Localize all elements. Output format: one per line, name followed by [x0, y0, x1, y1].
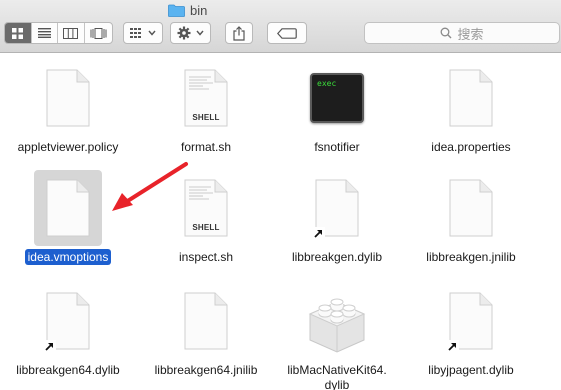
file-item[interactable]: idea.properties — [411, 60, 531, 170]
file-badge: SHELL — [192, 113, 220, 122]
window-title-text: bin — [190, 2, 208, 18]
annotation-arrow — [112, 162, 188, 211]
file-name-text: format.sh — [180, 140, 231, 154]
action-button[interactable] — [170, 22, 211, 44]
edit-tags-button[interactable] — [267, 22, 307, 44]
file-item[interactable]: libbreakgen.jnilib — [411, 170, 531, 280]
file-name-label: libbreakgen.jnilib — [411, 250, 531, 265]
alias-arrow-icon — [447, 340, 459, 352]
library-block-icon — [303, 283, 371, 359]
file-name-text: idea.vmoptions — [24, 249, 112, 265]
file-name-label: appletviewer.policy — [8, 140, 128, 155]
file-item[interactable]: libbreakgen64.jnilib — [146, 283, 266, 390]
file-name-text: idea.properties — [431, 140, 511, 154]
file-name-label: libbreakgen64.jnilib — [146, 363, 266, 378]
file-name-label: format.sh — [146, 140, 266, 155]
document-icon — [172, 283, 240, 359]
file-badge: exec — [317, 79, 337, 88]
file-item[interactable]: libyjpagent.dylib — [411, 283, 531, 390]
icon-view-button[interactable] — [5, 23, 32, 43]
file-name-text: libbreakgen64.dylib — [16, 363, 120, 377]
icon-view-icon — [12, 27, 24, 39]
file-name-text: appletviewer.policy — [17, 140, 119, 154]
arrange-icon — [130, 28, 141, 38]
tag-icon — [277, 27, 297, 39]
gear-icon — [177, 26, 191, 40]
view-mode-control — [4, 22, 113, 44]
file-name-text: inspect.sh — [178, 250, 234, 264]
document-icon — [437, 60, 505, 136]
chevron-down-icon — [148, 30, 156, 36]
file-name-text: libMacNativeKit64. dylib — [287, 363, 387, 390]
share-icon — [233, 25, 245, 41]
cover-flow-button[interactable] — [85, 23, 112, 43]
folder-icon — [168, 4, 185, 17]
window-title: bin — [168, 0, 207, 20]
alias-document-icon — [437, 283, 505, 359]
share-button[interactable] — [225, 22, 253, 44]
arrange-button[interactable] — [123, 22, 163, 44]
file-name-label: libMacNativeKit64. dylib — [277, 363, 397, 390]
file-name-text: libbreakgen.dylib — [291, 250, 383, 264]
finder-toolbar: bin 搜索 — [0, 0, 561, 53]
file-name-label: libyjpagent.dylib — [411, 363, 531, 378]
alias-document-icon — [303, 170, 371, 246]
list-view-button[interactable] — [32, 23, 59, 43]
search-field[interactable]: 搜索 — [364, 22, 560, 44]
search-icon — [441, 27, 452, 39]
shell-script-icon: SHELL — [172, 60, 240, 136]
file-name-label: libbreakgen64.dylib — [8, 363, 128, 378]
alias-arrow-icon — [313, 227, 325, 239]
terminal-exec-icon: exec — [303, 60, 371, 136]
file-item[interactable]: exec fsnotifier — [277, 60, 397, 170]
file-name-text: libbreakgen64.jnilib — [154, 363, 258, 377]
column-view-button[interactable] — [58, 23, 85, 43]
file-name-label: idea.properties — [411, 140, 531, 155]
file-badge: SHELL — [192, 223, 220, 232]
column-view-icon — [63, 27, 79, 39]
file-name-text: libbreakgen.jnilib — [426, 250, 516, 264]
file-name-text: libyjpagent.dylib — [428, 363, 514, 377]
file-item[interactable]: SHELL format.sh — [146, 60, 266, 170]
file-name-label: fsnotifier — [277, 140, 397, 155]
cover-flow-icon — [90, 27, 107, 39]
file-item[interactable]: libbreakgen64.dylib — [8, 283, 128, 390]
alias-arrow-icon — [44, 340, 56, 352]
file-name-label: idea.vmoptions — [8, 249, 128, 265]
file-name-label: inspect.sh — [146, 250, 266, 265]
document-icon — [437, 170, 505, 246]
file-item[interactable]: libMacNativeKit64. dylib — [277, 283, 397, 390]
file-item[interactable]: appletviewer.policy — [8, 60, 128, 170]
file-name-label: libbreakgen.dylib — [277, 250, 397, 265]
list-view-icon — [37, 28, 51, 38]
chevron-down-icon — [196, 30, 204, 36]
document-icon — [34, 170, 102, 246]
alias-document-icon — [34, 283, 102, 359]
file-item[interactable]: libbreakgen.dylib — [277, 170, 397, 280]
search-placeholder: 搜索 — [457, 26, 484, 42]
document-icon — [34, 60, 102, 136]
file-name-text: fsnotifier — [314, 140, 360, 154]
